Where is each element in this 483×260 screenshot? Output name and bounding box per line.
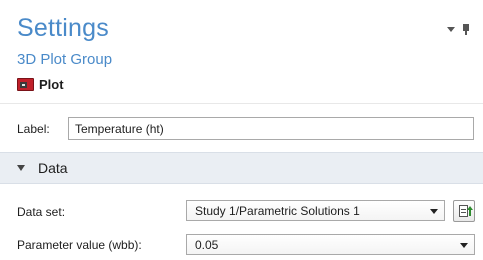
dataset-select[interactable]: Study 1/Parametric Solutions 1 [186,200,445,221]
dropdown-arrow-icon [430,209,438,214]
dataset-row: Data set: [17,205,65,219]
parameter-row: Parameter value (wbb): [17,238,142,252]
dataset-selected-value: Study 1/Parametric Solutions 1 [195,203,360,218]
pin-icon[interactable] [463,24,469,35]
divider [0,103,483,104]
data-section-title: Data [38,160,68,176]
data-section-header[interactable]: Data [0,152,483,184]
plot-icon [17,78,34,91]
window-controls [447,24,469,35]
label-field-label: Label: [17,121,50,136]
section-collapse-icon[interactable] [17,165,25,171]
node-type-subtitle: 3D Plot Group [17,51,113,68]
goto-source-button[interactable] [453,200,475,222]
plot-button[interactable]: Plot [17,77,64,92]
plot-button-label: Plot [39,77,64,92]
label-input[interactable] [68,117,474,140]
label-row: Label: [17,117,474,140]
parameter-select[interactable]: 0.05 [186,234,475,255]
settings-title: Settings [17,14,109,42]
chevron-down-icon[interactable] [447,27,455,32]
dataset-label: Data set: [17,205,66,219]
parameter-label: Parameter value (wbb): [17,238,142,252]
parameter-selected-value: 0.05 [195,237,219,252]
dropdown-arrow-icon [460,243,468,248]
